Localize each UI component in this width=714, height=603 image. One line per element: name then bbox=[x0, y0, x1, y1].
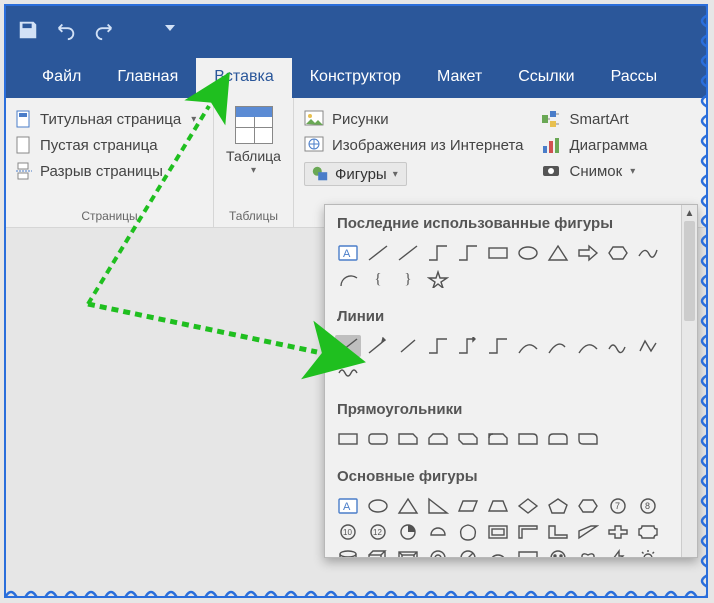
frame-jagged-border bbox=[6, 6, 708, 598]
